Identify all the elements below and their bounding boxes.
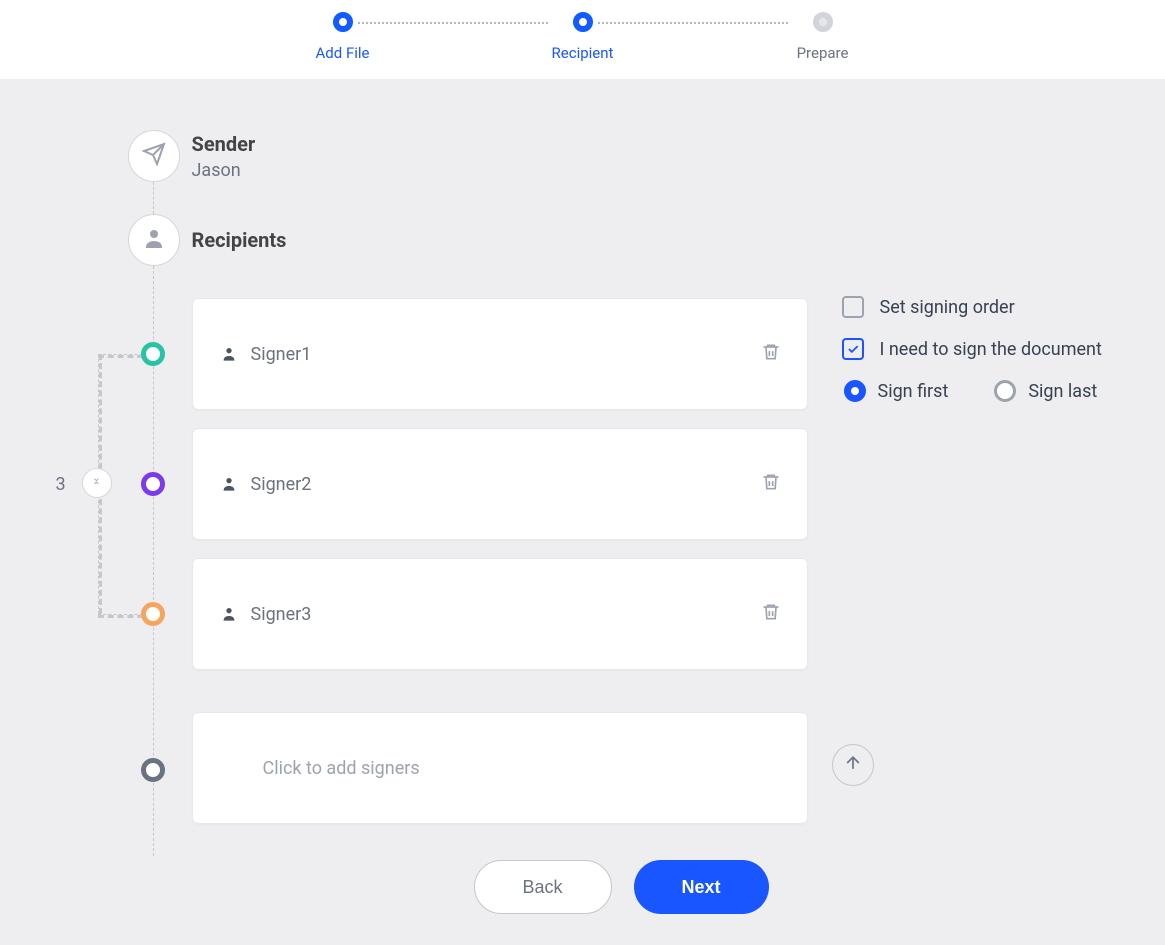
- checkbox-unchecked-icon: [842, 296, 864, 318]
- group-collapse-toggle[interactable]: ⌄ ⌃: [82, 468, 112, 498]
- option-label: Set signing order: [880, 297, 1015, 318]
- sign-first-radio[interactable]: Sign first: [844, 380, 949, 402]
- user-icon: [221, 606, 237, 622]
- set-signing-order-option[interactable]: Set signing order: [842, 296, 1142, 318]
- delete-signer-button[interactable]: [759, 342, 783, 366]
- step-prepare[interactable]: Prepare: [763, 12, 883, 62]
- signer-node[interactable]: [141, 602, 165, 626]
- need-to-sign-option[interactable]: I need to sign the document: [842, 338, 1142, 360]
- trash-icon: [761, 602, 781, 626]
- trash-icon: [761, 472, 781, 496]
- sign-last-radio[interactable]: Sign last: [994, 380, 1097, 402]
- trash-icon: [761, 342, 781, 366]
- user-icon: [221, 346, 237, 362]
- group-count: 3: [56, 474, 66, 495]
- add-signer-node[interactable]: [141, 758, 165, 782]
- vertical-connector: [153, 182, 154, 214]
- user-icon: [221, 476, 237, 492]
- checkbox-checked-icon: [842, 338, 864, 360]
- recipients-title: Recipients: [192, 228, 287, 252]
- sender-badge: [128, 130, 180, 182]
- radio-label: Sign first: [878, 381, 949, 402]
- option-label: I need to sign the document: [880, 339, 1102, 360]
- step-add-file[interactable]: Add File: [283, 12, 403, 62]
- step-label: Add File: [283, 44, 403, 62]
- sender-info: Sender Jason: [192, 132, 256, 181]
- signer-name: Signer2: [251, 474, 312, 495]
- signer-name: Signer1: [251, 344, 312, 365]
- delete-signer-button[interactable]: [759, 472, 783, 496]
- next-button[interactable]: Next: [634, 860, 769, 914]
- user-icon: [142, 226, 166, 254]
- radio-selected-icon: [844, 380, 866, 402]
- chevron-up-icon: ⌃: [92, 483, 100, 491]
- stepper: Add File Recipient Prepare: [0, 0, 1165, 80]
- delete-signer-button[interactable]: [759, 602, 783, 626]
- step-circle-icon: [813, 12, 833, 32]
- radio-unselected-icon: [994, 380, 1016, 402]
- step-label: Prepare: [763, 44, 883, 62]
- signer-card[interactable]: Signer1: [192, 298, 808, 410]
- signer-card[interactable]: Signer3: [192, 558, 808, 670]
- sender-name: Jason: [192, 160, 256, 181]
- step-circle-icon: [333, 12, 353, 32]
- radio-label: Sign last: [1028, 381, 1097, 402]
- button-label: Back: [523, 877, 563, 898]
- scroll-to-top-button[interactable]: [832, 744, 874, 786]
- add-signer-placeholder: Click to add signers: [263, 758, 420, 779]
- options-panel: Set signing order I need to sign the doc…: [842, 296, 1142, 402]
- add-signer-card[interactable]: Click to add signers: [192, 712, 808, 824]
- paper-plane-icon: [142, 142, 166, 170]
- back-button[interactable]: Back: [474, 860, 612, 914]
- sender-title: Sender: [192, 132, 256, 156]
- recipients-badge: [128, 214, 180, 266]
- step-circle-icon: [573, 12, 593, 32]
- signer-name: Signer3: [251, 604, 312, 625]
- signer-node[interactable]: [141, 342, 165, 366]
- button-label: Next: [682, 877, 721, 898]
- signer-node[interactable]: [141, 472, 165, 496]
- step-label: Recipient: [523, 44, 643, 62]
- arrow-up-icon: [843, 753, 863, 777]
- signer-card[interactable]: Signer2: [192, 428, 808, 540]
- step-recipient[interactable]: Recipient: [523, 12, 643, 62]
